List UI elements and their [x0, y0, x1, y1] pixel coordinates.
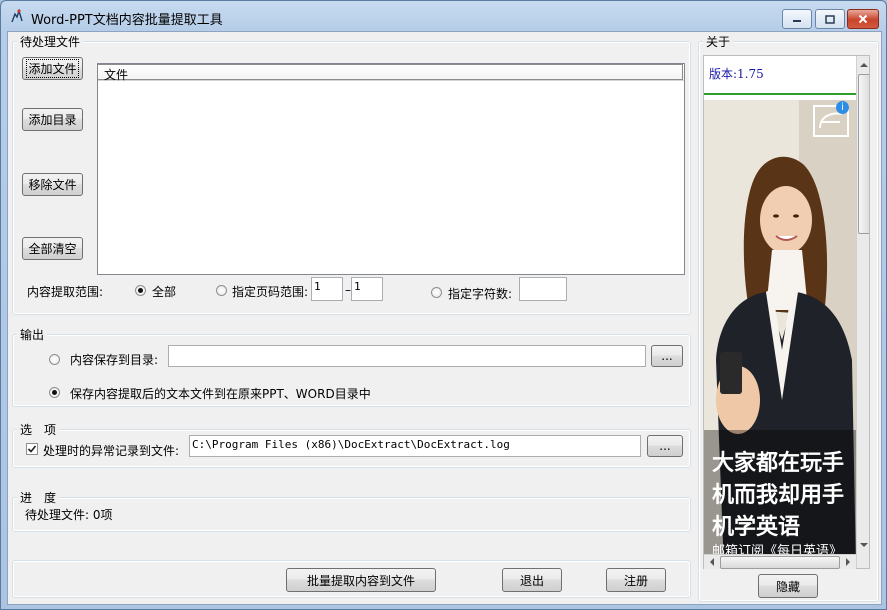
add-file-label: 添加文件	[26, 59, 79, 78]
scroll-right-icon	[846, 558, 850, 566]
exit-button[interactable]: 退出	[502, 568, 562, 592]
range-chars-radio[interactable]	[431, 287, 442, 298]
maximize-icon	[825, 14, 835, 24]
log-errors-checkbox[interactable]	[26, 443, 38, 455]
remove-file-button[interactable]: 移除文件	[22, 173, 83, 196]
remove-file-label: 移除文件	[28, 178, 77, 192]
range-label: 内容提取范围:	[27, 285, 104, 299]
maximize-button[interactable]	[815, 9, 845, 29]
log-errors-label: 处理时的异常记录到文件:	[43, 444, 180, 458]
version-row: 版本:1.75	[709, 65, 764, 82]
save-in-place-label: 保存内容提取后的文本文件到在原来PPT、WORD目录中	[70, 387, 371, 401]
save-dir-browse-button[interactable]: ...	[651, 345, 683, 367]
save-dir-browse-label: ...	[661, 349, 673, 363]
save-in-place-radio[interactable]	[49, 387, 60, 398]
ad-info-icon[interactable]: i	[836, 101, 849, 114]
output-group: 输出 内容保存到目录: ... 保存内容提取后的文本文件到在原来PPT、WORD…	[12, 326, 691, 407]
exit-label: 退出	[519, 573, 544, 588]
horizontal-scroll-thumb[interactable]	[720, 556, 840, 569]
scroll-left-icon	[710, 558, 714, 566]
save-to-dir-label: 内容保存到目录:	[70, 353, 159, 367]
client-area: 待处理文件 添加文件 添加目录 移除文件 全部清空 文件 内容提取范围: 全部 …	[7, 31, 882, 605]
file-list-header: 文件	[98, 64, 684, 82]
about-group-legend: 关于	[703, 33, 734, 50]
range-all-radio[interactable]	[135, 285, 146, 296]
about-vertical-scrollbar[interactable]	[856, 56, 869, 568]
log-path-input[interactable]: C:\Program Files (x86)\DocExtract\DocExt…	[189, 435, 641, 457]
options-group-legend: 选 项	[17, 421, 60, 438]
progress-group-legend: 进 度	[17, 489, 60, 506]
checkmark-icon	[27, 445, 37, 453]
range-pages-radio[interactable]	[216, 285, 227, 296]
range-all-label: 全部	[152, 285, 177, 299]
chars-count-input[interactable]	[519, 277, 567, 301]
range-pages-label: 指定页码范围:	[232, 285, 309, 299]
ad-headline-line3: 机学英语	[712, 514, 801, 540]
about-horizontal-scrollbar[interactable]	[704, 554, 856, 569]
save-to-dir-input[interactable]	[168, 345, 646, 367]
scroll-up-icon	[860, 63, 868, 67]
ad-headline-line2: 机而我却用手	[712, 482, 845, 508]
output-group-legend: 输出	[17, 326, 48, 343]
clear-all-button[interactable]: 全部清空	[22, 237, 83, 260]
page-to-input[interactable]: 1	[351, 277, 383, 301]
add-file-button[interactable]: 添加文件	[22, 57, 83, 80]
options-group: 选 项 处理时的异常记录到文件: C:\Program Files (x86)\…	[12, 421, 691, 468]
ad-banner[interactable]: i 大家都在玩手 机而我却用手 机学英语 邮箱订阅《每日英语》	[704, 100, 856, 568]
hide-about-label: 隐藏	[775, 579, 800, 594]
progress-group: 进 度 待处理文件: 0项	[12, 489, 691, 532]
file-list[interactable]: 文件	[97, 63, 685, 275]
clear-all-label: 全部清空	[28, 242, 77, 256]
batch-extract-label: 批量提取内容到文件	[306, 573, 415, 588]
pending-count-text: 待处理文件: 0项	[25, 508, 113, 522]
hide-about-button[interactable]: 隐藏	[758, 574, 818, 598]
add-directory-label: 添加目录	[28, 113, 77, 127]
page-from-input[interactable]: 1	[311, 277, 343, 301]
close-button[interactable]	[847, 9, 879, 29]
scroll-down-icon	[860, 543, 868, 547]
minimize-button[interactable]	[782, 9, 812, 29]
about-content-pane[interactable]: 版本:1.75 i 大家都在玩手 机而我却用手 机学英语 邮箱订阅《每日英语》	[703, 55, 870, 569]
log-path-browse-label: ...	[659, 439, 671, 453]
ad-headline-line1: 大家都在玩手	[712, 450, 845, 476]
file-column-label: 文件	[104, 68, 129, 82]
register-button[interactable]: 注册	[606, 568, 666, 592]
log-path-browse-button[interactable]: ...	[647, 435, 683, 457]
files-group-legend: 待处理文件	[17, 33, 84, 50]
vertical-scroll-thumb[interactable]	[858, 74, 869, 234]
save-to-dir-radio[interactable]	[49, 354, 60, 365]
app-window: Word-PPT文档内容批量提取工具 待处理文件 添加文件 添加目录 移除文件 …	[0, 0, 887, 610]
window-title: Word-PPT文档内容批量提取工具	[31, 13, 223, 28]
minimize-icon	[793, 20, 801, 22]
version-label: 版本:	[709, 67, 738, 81]
app-icon	[11, 8, 23, 23]
register-label: 注册	[623, 573, 648, 588]
batch-extract-button[interactable]: 批量提取内容到文件	[286, 568, 436, 592]
bottom-action-bar: 批量提取内容到文件 退出 注册	[12, 560, 691, 598]
file-column-header[interactable]: 文件	[98, 64, 683, 82]
close-icon	[858, 14, 868, 24]
files-group: 待处理文件 添加文件 添加目录 移除文件 全部清空 文件 内容提取范围: 全部 …	[12, 33, 691, 315]
range-chars-label: 指定字符数:	[448, 287, 513, 301]
title-bar[interactable]: Word-PPT文档内容批量提取工具	[1, 1, 886, 31]
add-directory-button[interactable]: 添加目录	[22, 108, 83, 131]
version-value: 1.75	[737, 67, 764, 81]
version-divider	[704, 93, 856, 95]
